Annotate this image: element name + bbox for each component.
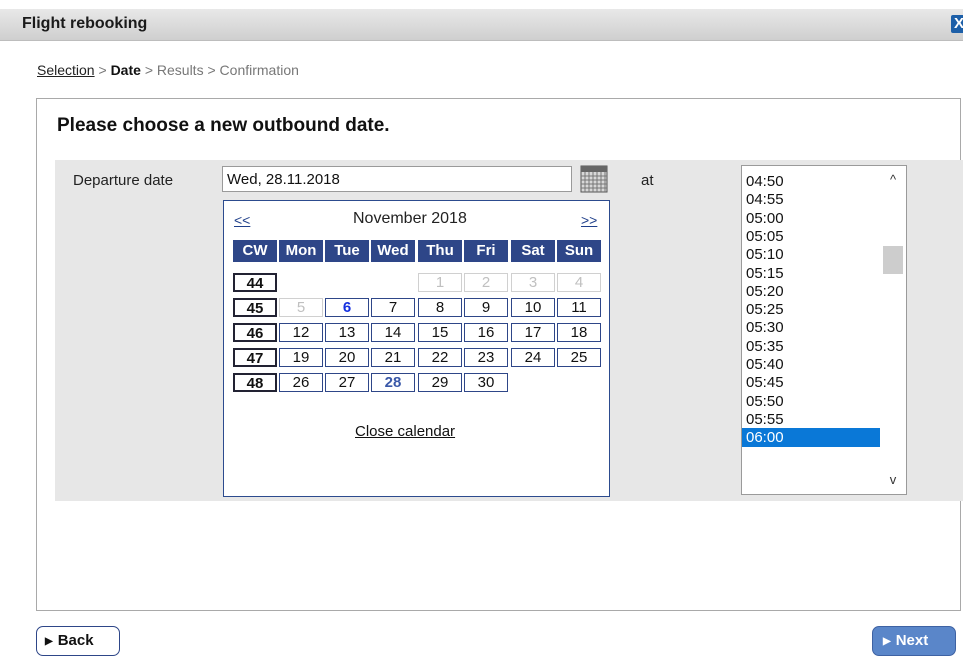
calendar-day-cell[interactable]: 9 (464, 298, 508, 317)
breadcrumb-date: Date (110, 62, 141, 78)
time-option[interactable]: 05:15 (746, 264, 882, 283)
breadcrumb-results: Results (156, 62, 204, 78)
title-bar: Flight rebooking X (0, 9, 963, 41)
calendar-day-cell[interactable]: 6 (325, 298, 369, 317)
back-button-label: Back (57, 632, 94, 649)
close-icon[interactable]: X (951, 15, 963, 33)
time-option[interactable]: 05:05 (746, 227, 882, 246)
time-option[interactable]: 05:30 (746, 318, 882, 337)
calendar-day-cell[interactable]: 8 (418, 298, 462, 317)
calendar-day-cell: 1 (418, 273, 462, 292)
next-button[interactable]: ▶ Next (872, 626, 956, 656)
calendar-day-cell[interactable]: 21 (371, 348, 415, 367)
calendar-header-cell: Sun (557, 240, 601, 262)
calendar-day-cell[interactable]: 7 (371, 298, 415, 317)
calendar-icon[interactable] (580, 165, 608, 193)
breadcrumb-separator: > (207, 62, 216, 78)
time-option[interactable]: 05:50 (746, 392, 882, 411)
breadcrumb-separator: > (144, 62, 153, 78)
calendar-day-cell[interactable]: 23 (464, 348, 508, 367)
page-heading: Please choose a new outbound date. (57, 115, 390, 136)
calendar-day-cell[interactable]: 29 (418, 373, 462, 392)
calendar-day-cell[interactable]: 19 (279, 348, 323, 367)
calendar-day-cell[interactable]: 11 (557, 298, 601, 317)
calendar-day-cell[interactable]: 14 (371, 323, 415, 342)
calendar-month-title: November 2018 (353, 210, 467, 227)
breadcrumb-selection[interactable]: Selection (37, 62, 95, 78)
breadcrumb-confirmation: Confirmation (219, 62, 299, 78)
time-option[interactable]: 06:00 (742, 428, 880, 447)
calendar-week-number: 46 (233, 323, 277, 342)
next-button-label: Next (895, 632, 929, 649)
calendar-header-cell: Sat (511, 240, 555, 262)
scrollbar-thumb[interactable] (883, 246, 903, 274)
departure-date-input[interactable] (222, 166, 572, 192)
calendar-day-cell[interactable]: 20 (325, 348, 369, 367)
time-option[interactable]: 05:40 (746, 355, 882, 374)
calendar-day-cell[interactable]: 18 (557, 323, 601, 342)
departure-date-label: Departure date (73, 172, 174, 189)
breadcrumb-separator: > (98, 62, 107, 78)
calendar-day-cell[interactable]: 24 (511, 348, 555, 367)
calendar-day-cell[interactable]: 22 (418, 348, 462, 367)
calendar-day-cell: 3 (511, 273, 555, 292)
close-calendar-link[interactable]: Close calendar (355, 423, 455, 440)
scroll-down-icon[interactable]: v (881, 472, 905, 492)
time-option[interactable]: 05:10 (746, 245, 882, 264)
calendar-day-cell: 5 (279, 298, 323, 317)
calendar-day-cell[interactable]: 28 (371, 373, 415, 392)
time-option[interactable]: 05:35 (746, 337, 882, 356)
calendar-week-number: 45 (233, 298, 277, 317)
calendar-header-cell: Tue (325, 240, 369, 262)
breadcrumb: Selection > Date > Results > Confirmatio… (37, 62, 299, 78)
calendar-day-cell[interactable]: 13 (325, 323, 369, 342)
time-option[interactable]: 05:00 (746, 209, 882, 228)
time-option[interactable]: 05:20 (746, 282, 882, 301)
calendar-day-cell[interactable]: 10 (511, 298, 555, 317)
scroll-up-icon[interactable]: ^ (881, 172, 905, 192)
time-option[interactable]: 05:55 (746, 410, 882, 429)
time-at-label: at (641, 172, 654, 189)
time-option[interactable]: 04:50 (746, 172, 882, 191)
calendar-day-cell[interactable]: 27 (325, 373, 369, 392)
arrow-right-icon: ▶ (45, 636, 53, 647)
calendar-week-number: 47 (233, 348, 277, 367)
time-option[interactable]: 05:45 (746, 373, 882, 392)
calendar-day-cell[interactable]: 25 (557, 348, 601, 367)
next-month-link[interactable]: >> (581, 212, 597, 228)
time-option[interactable]: 04:55 (746, 190, 882, 209)
calendar-header-cell: CW (233, 240, 277, 262)
calendar-header-cell: Wed (371, 240, 415, 262)
calendar-header-cell: Thu (418, 240, 462, 262)
window-title: Flight rebooking (22, 15, 148, 32)
previous-month-link[interactable]: << (234, 212, 250, 228)
calendar-header-cell: Mon (279, 240, 323, 262)
time-option[interactable]: 05:25 (746, 300, 882, 319)
calendar-day-cell[interactable]: 15 (418, 323, 462, 342)
calendar-week-number: 44 (233, 273, 277, 292)
calendar-day-cell: 2 (464, 273, 508, 292)
calendar-day-cell[interactable]: 26 (279, 373, 323, 392)
calendar-header-cell: Fri (464, 240, 508, 262)
scrollbar-track[interactable] (881, 192, 905, 472)
arrow-right-icon: ▶ (883, 636, 891, 647)
calendar-day-cell[interactable]: 16 (464, 323, 508, 342)
calendar-day-cell[interactable]: 12 (279, 323, 323, 342)
calendar-day-cell[interactable]: 17 (511, 323, 555, 342)
back-button[interactable]: ▶ Back (36, 626, 120, 656)
calendar-day-cell: 4 (557, 273, 601, 292)
calendar-week-number: 48 (233, 373, 277, 392)
calendar-day-cell[interactable]: 30 (464, 373, 508, 392)
